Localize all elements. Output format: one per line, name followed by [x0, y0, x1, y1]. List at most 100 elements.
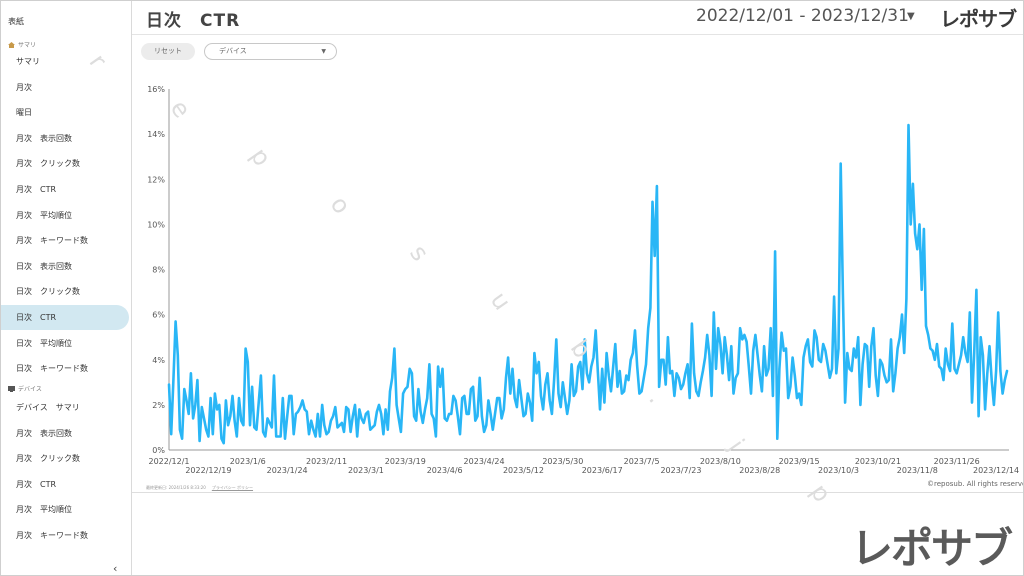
sidebar-item[interactable]: 日次 平均順位 [1, 331, 129, 356]
data-point [614, 343, 616, 345]
data-point [308, 433, 310, 435]
sidebar-item-device[interactable]: 月次 CTR [1, 472, 129, 497]
data-point [310, 420, 312, 422]
data-point [647, 327, 649, 329]
data-point [571, 363, 573, 365]
data-point [212, 433, 214, 435]
data-point [435, 435, 437, 438]
ctr-series-line [167, 123, 1009, 445]
data-point [761, 390, 763, 392]
sidebar-item[interactable]: 月次 キーワード数 [1, 228, 129, 253]
data-point [288, 395, 290, 397]
data-point [345, 406, 347, 408]
sidebar: 表紙 サマリ サマリ 月次 曜日 月次 表示回数 月次 クリック数 月次 CTR 月次 平均… [1, 1, 132, 575]
data-point [441, 368, 444, 370]
sidebar-item-device[interactable]: 月次 キーワード数 [1, 523, 129, 548]
x-tick-label: 2023/2/11 [306, 457, 347, 466]
data-point [511, 368, 514, 370]
data-point [494, 413, 496, 415]
data-point [980, 336, 982, 338]
data-point [877, 395, 879, 397]
data-point [374, 424, 376, 426]
data-point [925, 325, 927, 327]
data-point [199, 440, 201, 442]
data-point [249, 424, 251, 426]
data-point [433, 417, 435, 419]
collapse-sidebar-icon[interactable]: ‹ [113, 562, 117, 575]
x-tick-label: 2023/1/24 [267, 466, 308, 475]
data-point [846, 352, 848, 354]
data-point [452, 395, 454, 397]
sidebar-item-device[interactable]: 月次 表示回数 [1, 421, 129, 446]
main-panel: 日次 CTR 2022/12/01 - 2023/12/31 ▼ レポサブ リセ… [132, 1, 1023, 575]
sidebar-item[interactable]: 月次 [1, 75, 129, 100]
data-point [932, 350, 934, 352]
data-point [883, 374, 886, 377]
sidebar-item[interactable]: 日次 表示回数 [1, 254, 129, 279]
x-tick-label: 2022/12/1 [148, 457, 189, 466]
data-point [855, 356, 857, 359]
data-point [949, 370, 951, 372]
x-tick-label: 2023/8/28 [739, 466, 780, 475]
data-point [879, 359, 881, 361]
sidebar-item-cover[interactable]: 表紙 [8, 16, 24, 27]
data-point [450, 413, 452, 415]
data-point [360, 417, 363, 419]
data-point [748, 365, 750, 368]
data-point [945, 347, 947, 350]
data-point [422, 422, 424, 424]
data-point [864, 343, 866, 345]
data-point [597, 370, 599, 372]
x-tick-label: 2022/12/19 [185, 466, 231, 475]
sidebar-item[interactable]: 月次 平均順位 [1, 203, 129, 228]
x-tick-label: 2023/3/19 [385, 457, 426, 466]
sidebar-item[interactable]: 日次 キーワード数 [1, 356, 129, 381]
data-point [645, 363, 647, 365]
data-point [792, 356, 794, 359]
data-point [634, 329, 636, 331]
sidebar-group-summary: サマリ [8, 40, 36, 49]
data-point [562, 381, 564, 383]
data-point [417, 388, 419, 390]
data-point [483, 431, 485, 433]
sidebar-item[interactable]: 曜日 [1, 100, 129, 125]
data-point [702, 370, 704, 372]
sidebar-item[interactable]: 月次 クリック数 [1, 151, 129, 176]
data-point [918, 223, 921, 225]
data-point [485, 424, 487, 426]
sidebar-item-device[interactable]: デバイス サマリ [1, 395, 129, 420]
data-point [997, 311, 999, 313]
data-point [601, 368, 603, 370]
data-point [676, 372, 678, 374]
privacy-policy-link[interactable]: プライバシー ポリシー [212, 485, 253, 490]
data-point [242, 424, 244, 426]
sidebar-item-device[interactable]: 月次 クリック数 [1, 446, 129, 471]
data-point [750, 393, 752, 395]
data-point [264, 435, 266, 438]
data-point [678, 377, 680, 379]
y-tick-label: 0% [152, 446, 165, 455]
data-point [774, 250, 776, 252]
sidebar-item-device[interactable]: 月次 平均順位 [1, 497, 129, 522]
data-point [844, 402, 846, 404]
data-point [284, 438, 286, 440]
sidebar-item[interactable]: 日次 クリック数 [1, 279, 129, 304]
data-point [662, 359, 665, 361]
sidebar-item[interactable]: 月次 表示回数 [1, 126, 129, 151]
data-point [413, 415, 415, 417]
data-point [325, 433, 328, 435]
sidebar-item[interactable]: 月次 CTR [1, 177, 129, 202]
data-point [564, 397, 566, 399]
sidebar-item[interactable]: 日次 CTR [1, 305, 129, 330]
data-point [857, 336, 859, 338]
data-point [872, 327, 875, 329]
data-point [382, 433, 384, 435]
data-point [295, 413, 297, 415]
x-tick-label: 2023/6/17 [582, 466, 623, 475]
data-point [376, 411, 378, 413]
data-point [800, 404, 802, 406]
data-point [783, 350, 785, 352]
data-point [520, 397, 522, 399]
data-point [218, 404, 220, 406]
data-point [347, 408, 349, 410]
